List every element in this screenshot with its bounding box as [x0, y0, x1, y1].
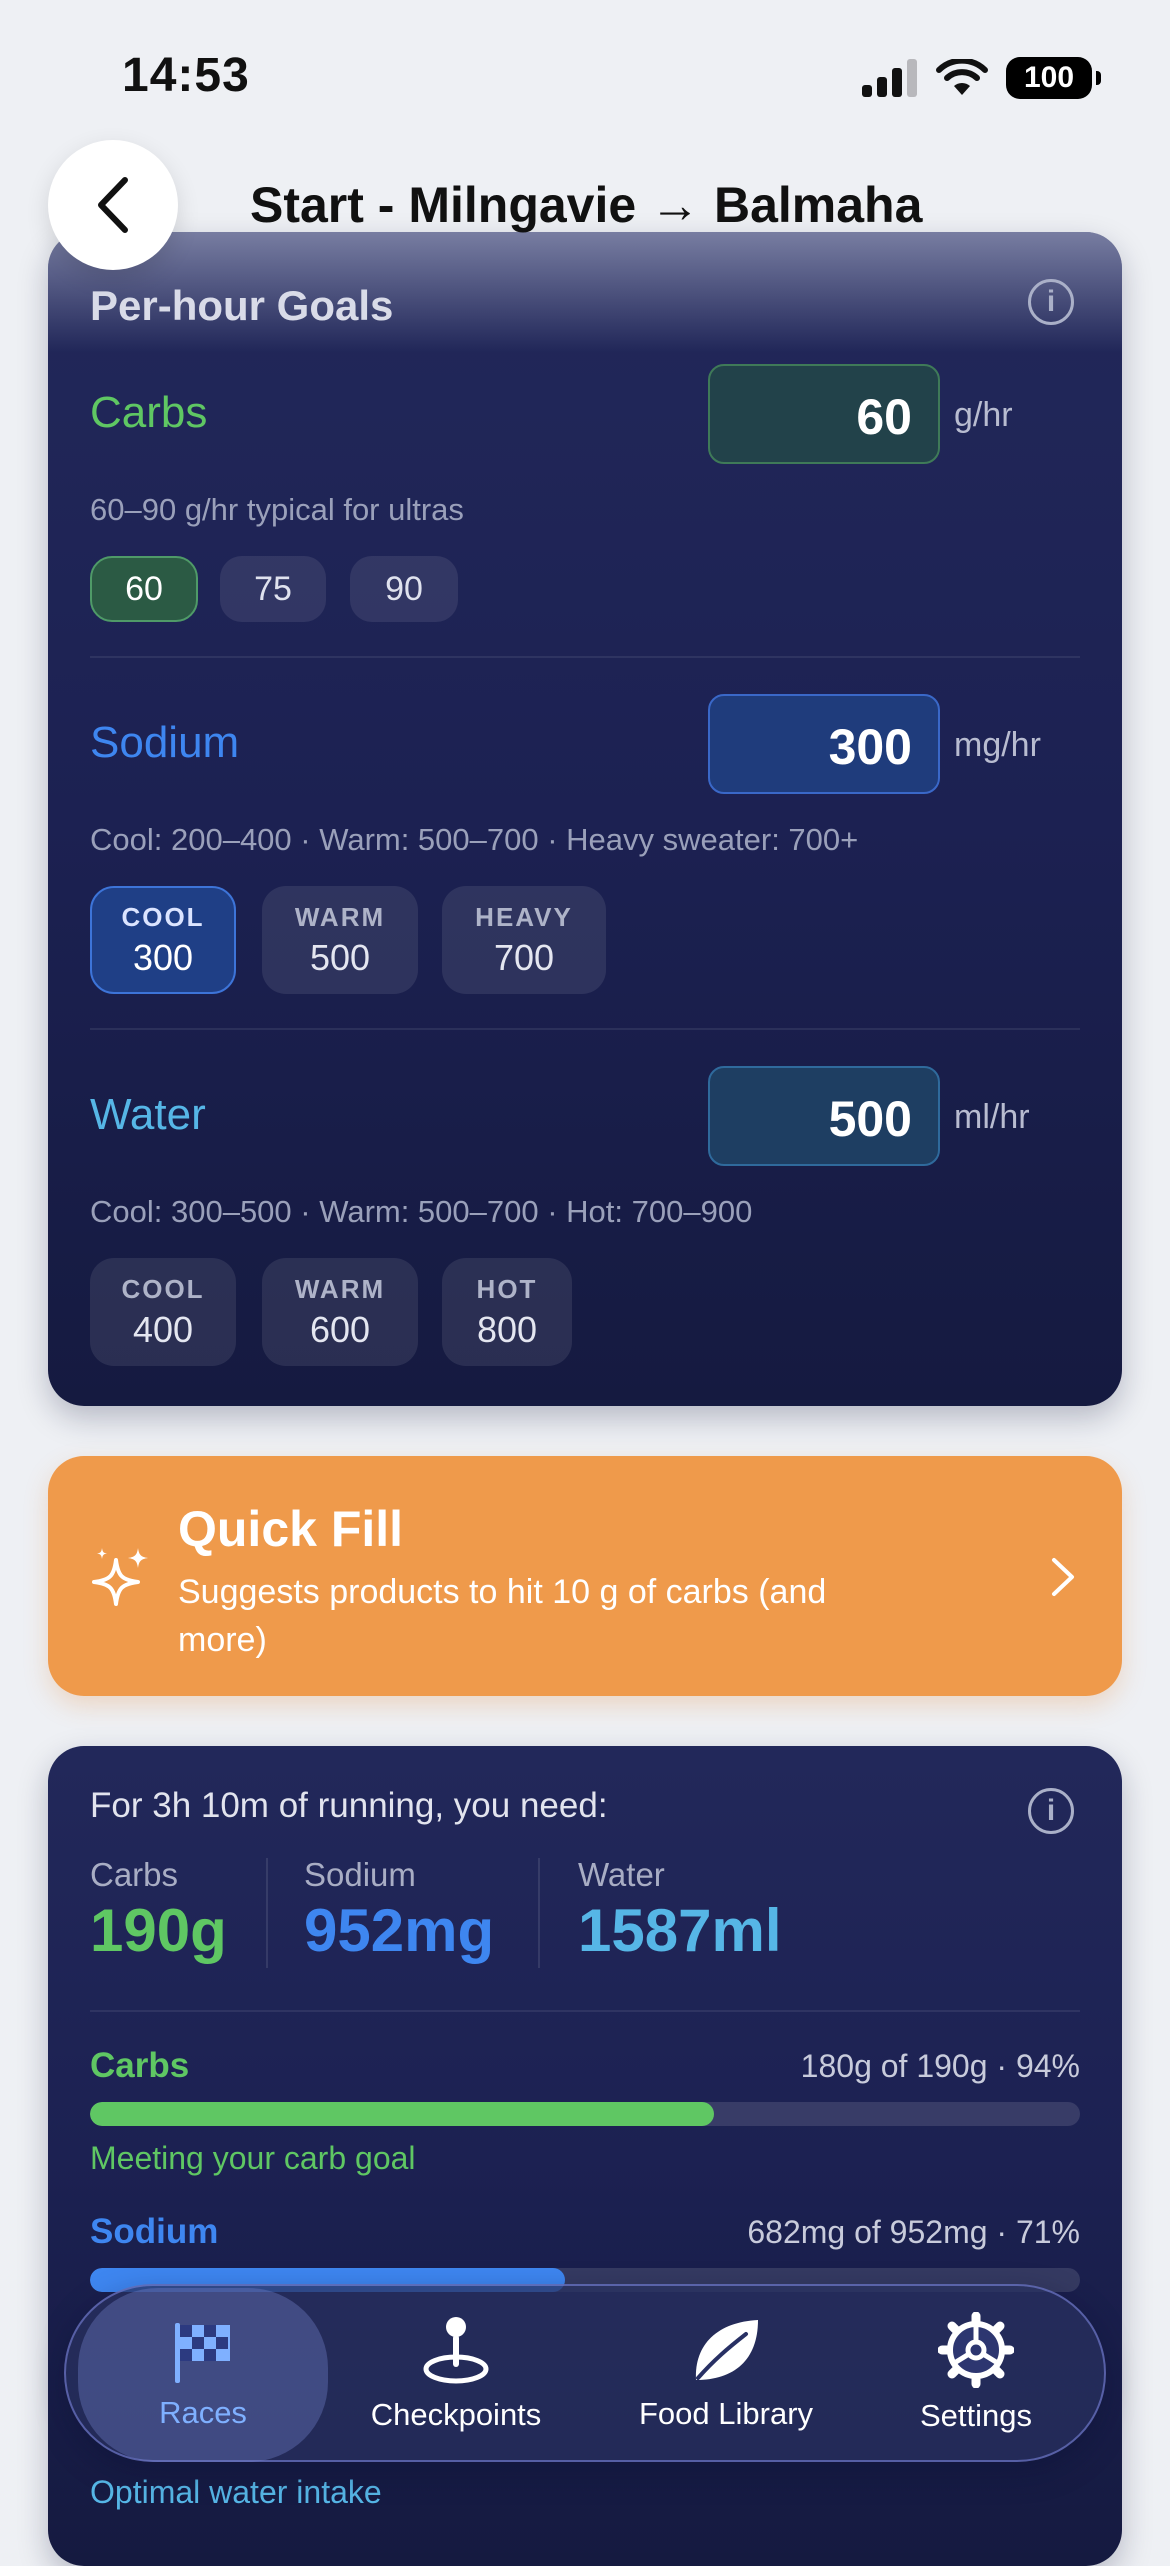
summary-water-label: Water: [578, 1856, 665, 1893]
tab-checkpoints[interactable]: Checkpoints: [341, 2286, 571, 2460]
status-time: 14:53: [122, 49, 250, 102]
preset-title: HEAVY: [475, 901, 573, 932]
leaf-icon: [695, 2320, 758, 2380]
carbs-progress-label: Carbs: [90, 2046, 190, 2085]
info-icon[interactable]: i: [1028, 279, 1074, 325]
map-pin-icon: [423, 2317, 489, 2384]
sodium-preset-cool[interactable]: COOL 300: [90, 886, 236, 994]
summary-heading: For 3h 10m of running, you need:: [90, 1786, 608, 1825]
preset-value: 400: [132, 1308, 194, 1350]
checkered-flag-icon: [175, 2323, 230, 2383]
divider: [90, 2010, 1080, 2012]
carbs-preset-90[interactable]: 90: [350, 556, 458, 622]
preset-title: HOT: [476, 1273, 538, 1304]
preset-title: COOL: [121, 1273, 205, 1304]
quick-fill-subtitle: Suggests products to hit 10 g of carbs (…: [178, 1573, 827, 1659]
preset-value: 700: [493, 936, 555, 978]
column-separator: [266, 1858, 268, 1968]
summary-sodium-value: 952mg: [304, 1897, 495, 1964]
summary-carbs-value: 190g: [90, 1897, 227, 1964]
cellular-signal-icon: [862, 59, 917, 97]
sodium-preset-warm[interactable]: WARM 500: [262, 886, 418, 994]
tab-label: Checkpoints: [370, 2397, 542, 2432]
preset-value: 800: [476, 1308, 538, 1350]
chevron-left-icon: [98, 177, 128, 233]
divider: [90, 1028, 1080, 1030]
per-hour-goals-card: Per-hour Goals i Carbs 60 g/hr 60–90 g/h…: [48, 232, 1122, 1406]
sodium-preset-heavy[interactable]: HEAVY 700: [442, 886, 606, 994]
tab-bar: Races Checkpoints Food Library Settings: [64, 2284, 1106, 2462]
quick-fill-title: Quick Fill: [178, 1501, 404, 1557]
quick-fill-button[interactable]: Quick Fill Suggests products to hit 10 g…: [48, 1456, 1122, 1696]
tab-label: Food Library: [638, 2396, 814, 2431]
info-icon[interactable]: i: [1028, 1788, 1074, 1834]
carbs-goal-input[interactable]: 60: [708, 364, 940, 464]
water-unit: ml/hr: [954, 1098, 1030, 1136]
summary-water-value: 1587ml: [578, 1897, 782, 1964]
preset-value: 600: [309, 1308, 371, 1350]
sparkles-icon: [92, 1548, 148, 1606]
water-goal-label: Water: [90, 1090, 206, 1139]
summary-carbs-label: Carbs: [90, 1856, 179, 1893]
status-icons: 100: [862, 56, 1101, 100]
back-button[interactable]: [48, 140, 178, 270]
page-title: Start - Milngavie → Balmaha: [250, 177, 923, 233]
tab-label: Settings: [919, 2398, 1032, 2433]
carbs-progress-message: Meeting your carb goal: [90, 2140, 416, 2176]
preset-title: WARM: [294, 901, 386, 932]
gear-icon: [938, 2312, 1014, 2388]
sodium-progress-label: Sodium: [90, 2212, 219, 2251]
chevron-right-icon: [1052, 1558, 1074, 1596]
water-hint: Cool: 300–500 · Warm: 500–700 · Hot: 700…: [90, 1194, 753, 1229]
carbs-unit: g/hr: [954, 396, 1013, 434]
preset-title: COOL: [121, 901, 205, 932]
carbs-goal-label: Carbs: [90, 388, 208, 437]
carbs-progress-stat: 180g of 190g · 94%: [800, 2048, 1080, 2084]
carbs-preset-75[interactable]: 75: [220, 556, 326, 622]
carbs-progress-bar: [90, 2102, 1080, 2126]
carbs-preset-60[interactable]: 60: [90, 556, 198, 622]
sodium-unit: mg/hr: [954, 726, 1041, 764]
column-separator: [538, 1858, 540, 1968]
water-preset-warm[interactable]: WARM 600: [262, 1258, 418, 1366]
divider: [90, 656, 1080, 658]
sodium-goal-label: Sodium: [90, 718, 240, 767]
tab-races[interactable]: Races: [78, 2288, 328, 2462]
battery-indicator: 100: [1006, 57, 1101, 99]
sodium-goal-input[interactable]: 300: [708, 694, 940, 794]
carbs-progress-fill: [90, 2102, 714, 2126]
carbs-hint: 60–90 g/hr typical for ultras: [90, 492, 464, 527]
goals-title: Per-hour Goals: [90, 282, 394, 329]
preset-value: 300: [132, 936, 194, 978]
water-goal-input[interactable]: 500: [708, 1066, 940, 1166]
summary-sodium-label: Sodium: [304, 1856, 416, 1893]
tab-food-library[interactable]: Food Library: [611, 2286, 841, 2460]
wifi-icon: [936, 59, 988, 95]
tab-label: Races: [159, 2395, 247, 2430]
sodium-progress-stat: 682mg of 952mg · 71%: [747, 2214, 1080, 2250]
tab-settings[interactable]: Settings: [866, 2286, 1086, 2460]
water-progress-message: Optimal water intake: [90, 2474, 382, 2510]
water-preset-cool[interactable]: COOL 400: [90, 1258, 236, 1366]
preset-title: WARM: [294, 1273, 386, 1304]
water-preset-hot[interactable]: HOT 800: [442, 1258, 572, 1366]
sodium-hint: Cool: 200–400 · Warm: 500–700 · Heavy sw…: [90, 822, 859, 857]
preset-value: 500: [309, 936, 371, 978]
